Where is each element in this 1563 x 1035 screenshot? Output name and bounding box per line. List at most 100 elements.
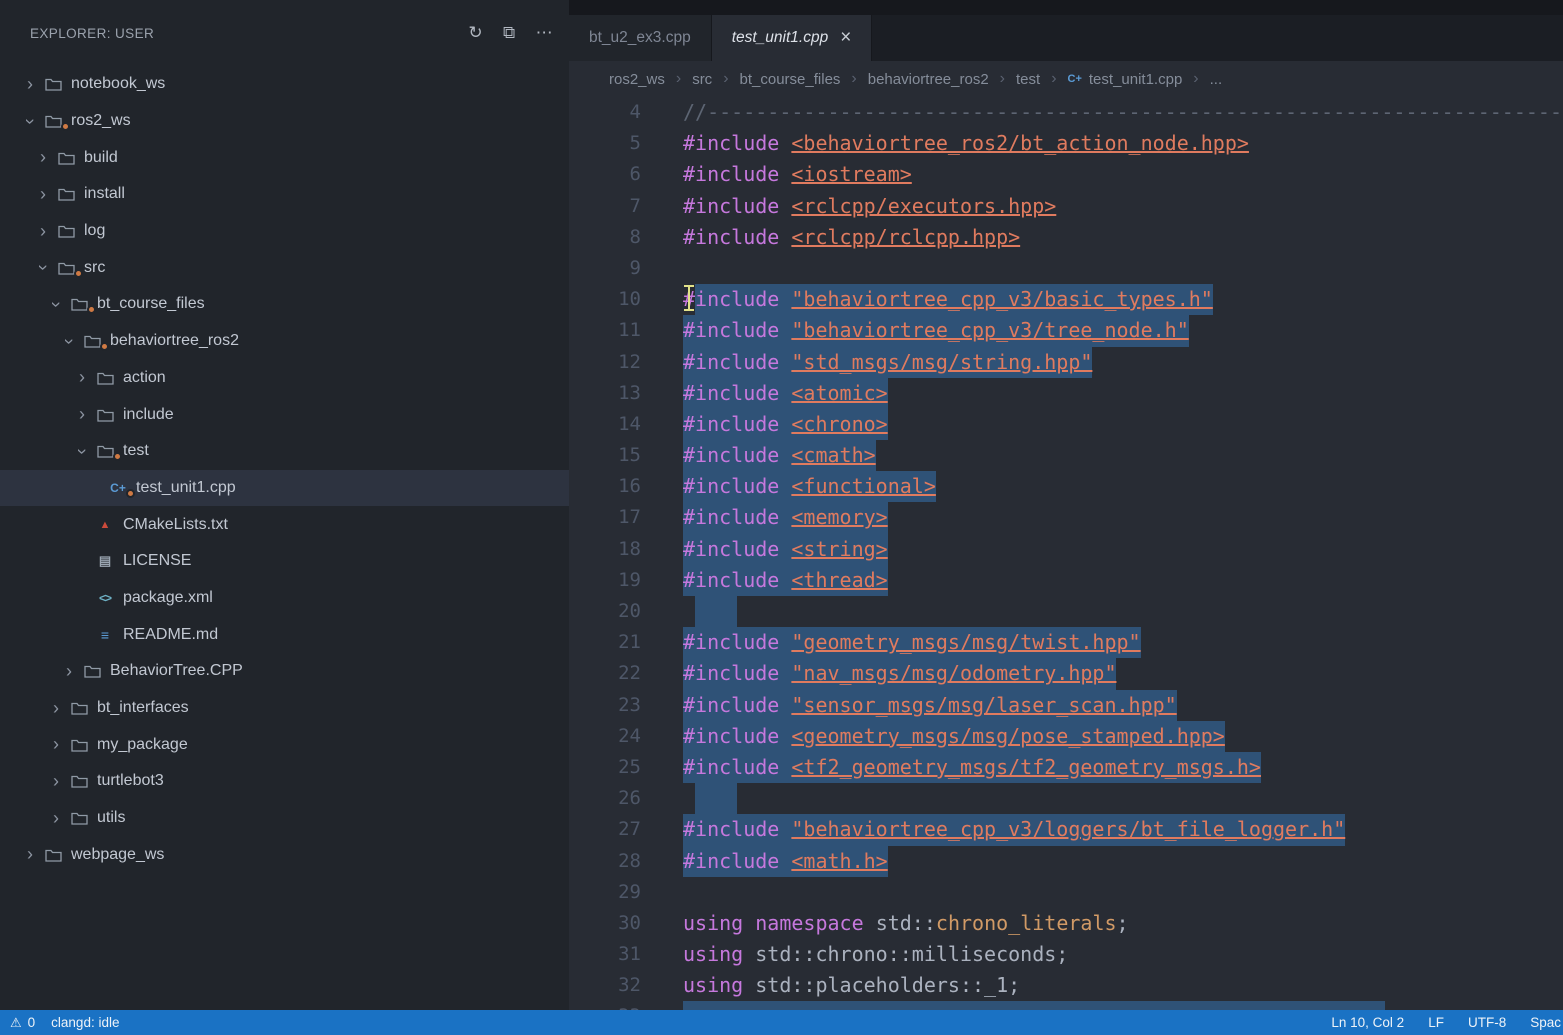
code-line-9[interactable]: 9 [569,253,1563,284]
open-editors-icon[interactable]: ⧉ [503,23,516,43]
tab-bt_u2_ex3.cpp[interactable]: bt_u2_ex3.cpp [569,15,712,61]
problems-indicator[interactable]: ⚠ 0 [10,1015,35,1031]
code-line-20[interactable]: 20 [569,596,1563,627]
breadcrumb-item-ros2_ws[interactable]: ros2_ws [609,71,665,88]
tree-file-README.md[interactable]: ≡README.md [0,616,569,653]
code-line-8[interactable]: 8#include <rclcpp/rclcpp.hpp> [569,222,1563,253]
tree-folder-log[interactable]: ›log [0,213,569,250]
cpp-file-icon: C+ [1068,73,1082,85]
tree-folder-action[interactable]: ›action [0,360,569,397]
breadcrumb-item-src[interactable]: src [692,71,712,88]
code-line-16[interactable]: 16#include <functional> [569,471,1563,502]
breadcrumb-item-test_unit1.cpp[interactable]: C+test_unit1.cpp [1068,71,1183,88]
chevron-right-icon[interactable]: › [33,184,53,205]
tree-folder-bt_course_files[interactable]: ›bt_course_files [0,286,569,323]
chevron-down-icon[interactable]: › [20,111,41,131]
folder-icon [53,261,79,275]
tree-folder-install[interactable]: ›install [0,176,569,213]
code-line-5[interactable]: 5#include <behaviortree_ros2/bt_action_n… [569,128,1563,159]
more-actions-icon[interactable]: ⋯ [536,23,553,43]
chevron-down-icon[interactable]: › [59,331,80,351]
language-server-status[interactable]: clangd: idle [51,1015,119,1030]
tree-folder-my_package[interactable]: ›my_package [0,726,569,763]
breadcrumb-item-bt_course_files[interactable]: bt_course_files [740,71,841,88]
tree-folder-include[interactable]: ›include [0,396,569,433]
code-line-31[interactable]: 31using std::chrono::milliseconds; [569,939,1563,970]
code-line-27[interactable]: 27#include "behaviortree_cpp_v3/loggers/… [569,814,1563,845]
encoding-indicator[interactable]: UTF-8 [1468,1015,1506,1030]
tree-folder-behaviortree_ros2[interactable]: ›behaviortree_ros2 [0,323,569,360]
breadcrumb-item-behaviortree_ros2[interactable]: behaviortree_ros2 [868,71,989,88]
tree-file-LICENSE[interactable]: ▤LICENSE [0,543,569,580]
folder-icon [92,371,118,385]
chevron-right-icon[interactable]: › [59,661,79,682]
folder-icon [40,848,66,862]
refresh-icon[interactable]: ↻ [468,23,483,43]
chevron-right-icon[interactable]: › [46,698,66,719]
cursor-position[interactable]: Ln 10, Col 2 [1331,1015,1404,1030]
selection-block [695,783,737,814]
code-line-13[interactable]: 13#include <atomic> [569,378,1563,409]
code-line-6[interactable]: 6#include <iostream> [569,159,1563,190]
code-line-23[interactable]: 23#include "sensor_msgs/msg/laser_scan.h… [569,690,1563,721]
code-line-24[interactable]: 24#include <geometry_msgs/msg/pose_stamp… [569,721,1563,752]
chevron-right-icon[interactable]: › [72,367,92,388]
chevron-right-icon[interactable]: › [33,147,53,168]
tree-folder-webpage_ws[interactable]: ›webpage_ws [0,836,569,873]
chevron-right-icon[interactable]: › [72,404,92,425]
tree-item-label: bt_interfaces [97,699,189,717]
chevron-right-icon[interactable]: › [33,221,53,242]
tree-folder-ros2_ws[interactable]: › ros2_ws [0,103,569,140]
tree-file-CMakeLists.txt[interactable]: ▲CMakeLists.txt [0,506,569,543]
tab-test_unit1.cpp[interactable]: test_unit1.cpp× [712,15,873,61]
close-icon[interactable]: × [840,27,851,49]
explorer-title: EXPLORER: USER [30,26,154,41]
code-line-21[interactable]: 21#include "geometry_msgs/msg/twist.hpp" [569,627,1563,658]
tree-item-label: turtlebot3 [97,772,164,790]
chevron-right-icon[interactable]: › [46,734,66,755]
eol-indicator[interactable]: LF [1428,1015,1444,1030]
code-line-29[interactable]: 29 [569,877,1563,908]
code-line-18[interactable]: 18#include <string> [569,534,1563,565]
code-line-30[interactable]: 30using namespace std::chrono_literals; [569,908,1563,939]
code-line-4[interactable]: 4//-------------------------------------… [569,97,1563,128]
chevron-right-icon[interactable]: › [20,844,40,865]
tree-folder-bt_interfaces[interactable]: › bt_interfaces [0,690,569,727]
code-line-7[interactable]: 7#include <rclcpp/executors.hpp> [569,191,1563,222]
code-area[interactable]: 4//-------------------------------------… [569,97,1563,1010]
tree-folder-turtlebot3[interactable]: › turtlebot3 [0,763,569,800]
code-line-10[interactable]: 10#include "behaviortree_cpp_v3/basic_ty… [569,284,1563,315]
chevron-right-icon[interactable]: › [46,808,66,829]
code-line-33[interactable]: 33 [569,1001,1563,1010]
tree-item-label: ros2_ws [71,112,131,130]
code-line-15[interactable]: 15#include <cmath> [569,440,1563,471]
tree-folder-BehaviorTree.CPP[interactable]: ›BehaviorTree.CPP [0,653,569,690]
code-line-17[interactable]: 17#include <memory> [569,502,1563,533]
code-line-11[interactable]: 11#include "behaviortree_cpp_v3/tree_nod… [569,315,1563,346]
tree-folder-build[interactable]: ›build [0,139,569,176]
tree-folder-src[interactable]: ›src [0,249,569,286]
tree-folder-notebook_ws[interactable]: ›notebook_ws [0,66,569,103]
breadcrumb-item-...[interactable]: ... [1210,71,1223,88]
chevron-down-icon[interactable]: › [46,294,67,314]
tree-file-test_unit1.cpp[interactable]: C+test_unit1.cpp [0,470,569,507]
code-line-28[interactable]: 28#include <math.h> [569,846,1563,877]
tree-file-package.xml[interactable]: <>package.xml [0,580,569,617]
tree-folder-test[interactable]: ›test [0,433,569,470]
chevron-down-icon[interactable]: › [33,258,54,278]
code-line-25[interactable]: 25#include <tf2_geometry_msgs/tf2_geomet… [569,752,1563,783]
code-line-12[interactable]: 12#include "std_msgs/msg/string.hpp" [569,347,1563,378]
code-line-22[interactable]: 22#include "nav_msgs/msg/odometry.hpp" [569,658,1563,689]
folder-icon [53,224,79,238]
tree-folder-utils[interactable]: ›utils [0,800,569,837]
breadcrumb-item-test[interactable]: test [1016,71,1040,88]
code-line-14[interactable]: 14#include <chrono> [569,409,1563,440]
code-line-32[interactable]: 32using std::placeholders::_1; [569,970,1563,1001]
indentation-indicator[interactable]: Spac [1530,1015,1561,1030]
code-text: #include <geometry_msgs/msg/pose_stamped… [683,721,1225,752]
chevron-right-icon[interactable]: › [46,771,66,792]
chevron-right-icon[interactable]: › [20,74,40,95]
chevron-down-icon[interactable]: › [72,441,93,461]
code-line-26[interactable]: 26 [569,783,1563,814]
code-line-19[interactable]: 19#include <thread> [569,565,1563,596]
